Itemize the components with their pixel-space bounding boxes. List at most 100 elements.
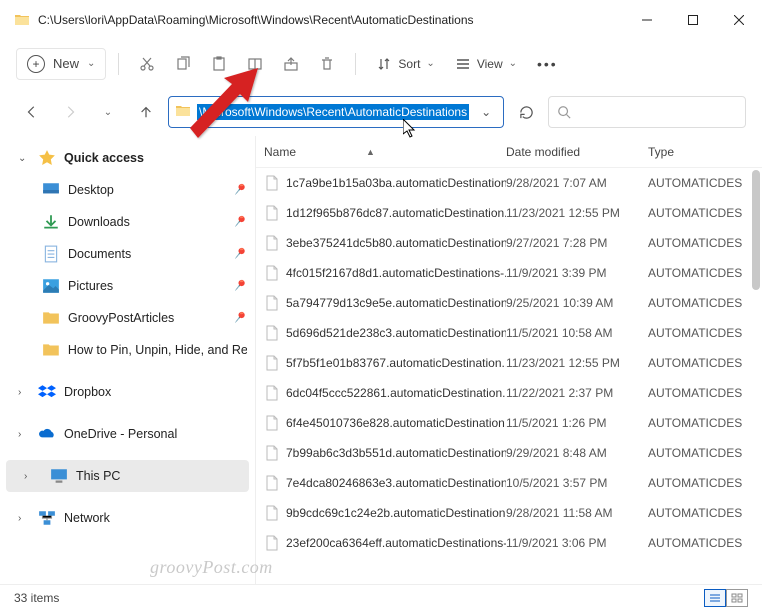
chevron-right-icon: ›	[18, 387, 30, 398]
table-row[interactable]: 6f4e45010736e828.automaticDestination..1…	[256, 408, 762, 438]
watermark: groovyPost.com	[150, 557, 273, 578]
window-title: C:\Users\lori\AppData\Roaming\Microsoft\…	[38, 13, 624, 27]
chevron-right-icon: ›	[24, 471, 36, 482]
table-row[interactable]: 23ef200ca6364eff.automaticDestinations-.…	[256, 528, 762, 558]
scrollbar-thumb[interactable]	[752, 170, 760, 290]
sidebar-item-pictures[interactable]: Pictures 📍	[0, 270, 255, 302]
file-icon	[264, 175, 280, 191]
file-icon	[264, 355, 280, 371]
sort-button[interactable]: Sort ⌄	[368, 48, 442, 80]
file-icon	[264, 325, 280, 341]
address-bar[interactable]: \Microsoft\Windows\Recent\AutomaticDesti…	[168, 96, 504, 128]
sort-label: Sort	[398, 57, 420, 71]
address-path: \Microsoft\Windows\Recent\AutomaticDesti…	[197, 104, 469, 120]
pin-icon: 📍	[229, 276, 249, 296]
copy-button[interactable]	[167, 48, 199, 80]
chevron-right-icon: ›	[18, 429, 30, 440]
close-button[interactable]	[716, 0, 762, 40]
titlebar: C:\Users\lori\AppData\Roaming\Microsoft\…	[0, 0, 762, 40]
icons-view-button[interactable]	[726, 589, 748, 607]
table-row[interactable]: 6dc04f5ccc522861.automaticDestination..1…	[256, 378, 762, 408]
toolbar: + New ⌄ Sort ⌄ View ⌄ •••	[0, 40, 762, 88]
folder-icon	[42, 309, 60, 327]
new-button[interactable]: + New ⌄	[16, 48, 106, 80]
sort-asc-icon: ▲	[366, 147, 375, 157]
chevron-right-icon: ›	[18, 513, 30, 524]
back-button[interactable]	[16, 96, 48, 128]
pin-icon: 📍	[229, 180, 249, 200]
file-icon	[264, 385, 280, 401]
sidebar-item-groovypost[interactable]: GroovyPostArticles 📍	[0, 302, 255, 334]
view-button[interactable]: View ⌄	[447, 48, 525, 80]
sidebar-item-dropbox[interactable]: › Dropbox	[0, 376, 255, 408]
onedrive-icon	[38, 425, 56, 443]
address-dropdown[interactable]: ⌄	[475, 105, 497, 119]
sidebar-item-downloads[interactable]: Downloads 📍	[0, 206, 255, 238]
pc-icon	[50, 467, 68, 485]
separator	[355, 53, 356, 75]
table-row[interactable]: 5a794779d13c9e5e.automaticDestination..9…	[256, 288, 762, 318]
table-row[interactable]: 4fc015f2167d8d1.automaticDestinations-..…	[256, 258, 762, 288]
quick-access-label: Quick access	[64, 151, 144, 165]
cut-button[interactable]	[131, 48, 163, 80]
sidebar-item-thispc[interactable]: › This PC	[6, 460, 249, 492]
sidebar-item-documents[interactable]: Documents 📍	[0, 238, 255, 270]
chevron-down-icon: ⌄	[426, 58, 434, 69]
recent-dropdown[interactable]: ⌄	[92, 96, 124, 128]
main-pane: Name▲ Date modified Type 1c7a9be1b15a03b…	[256, 136, 762, 584]
maximize-button[interactable]	[670, 0, 716, 40]
documents-icon	[42, 245, 60, 263]
sidebar-item-network[interactable]: › Network	[0, 502, 255, 534]
column-name[interactable]: Name▲	[256, 145, 506, 159]
table-row[interactable]: 7e4dca80246863e3.automaticDestination..1…	[256, 468, 762, 498]
table-row[interactable]: 1c7a9be1b15a03ba.automaticDestination..9…	[256, 168, 762, 198]
chevron-down-icon: ⌄	[104, 107, 112, 118]
new-label: New	[53, 56, 79, 71]
chevron-down-icon: ⌄	[18, 153, 30, 164]
file-icon	[264, 445, 280, 461]
more-button[interactable]: •••	[529, 48, 566, 80]
status-item-count: 33 items	[14, 591, 59, 605]
status-bar: 33 items	[0, 584, 762, 610]
sidebar-item-desktop[interactable]: Desktop 📍	[0, 174, 255, 206]
view-label: View	[477, 57, 503, 71]
column-headers: Name▲ Date modified Type	[256, 136, 762, 168]
search-box[interactable]	[548, 96, 746, 128]
pin-icon: 📍	[229, 308, 249, 328]
desktop-icon	[42, 181, 60, 199]
column-date[interactable]: Date modified	[506, 145, 648, 159]
search-icon	[557, 105, 571, 119]
scrollbar[interactable]	[752, 170, 760, 582]
sidebar-item-onedrive[interactable]: › OneDrive - Personal	[0, 418, 255, 450]
minimize-button[interactable]	[624, 0, 670, 40]
sidebar-item-quick-access[interactable]: ⌄ Quick access	[0, 142, 255, 174]
table-row[interactable]: 5f7b5f1e01b83767.automaticDestination..1…	[256, 348, 762, 378]
table-row[interactable]: 5d696d521de238c3.automaticDestination..1…	[256, 318, 762, 348]
dropbox-icon	[38, 383, 56, 401]
table-row[interactable]: 9b9cdc69c1c24e2b.automaticDestination..9…	[256, 498, 762, 528]
folder-icon	[175, 103, 191, 122]
file-list: 1c7a9be1b15a03ba.automaticDestination..9…	[256, 168, 762, 584]
chevron-down-icon: ⌄	[87, 58, 95, 69]
refresh-button[interactable]	[510, 96, 542, 128]
table-row[interactable]: 1d12f965b876dc87.automaticDestination..1…	[256, 198, 762, 228]
paste-button[interactable]	[203, 48, 235, 80]
file-icon	[264, 475, 280, 491]
sidebar-item-howto[interactable]: How to Pin, Unpin, Hide, and Re	[0, 334, 255, 366]
pin-icon: 📍	[229, 244, 249, 264]
column-type[interactable]: Type	[648, 145, 762, 159]
pin-icon: 📍	[229, 212, 249, 232]
file-icon	[264, 205, 280, 221]
chevron-down-icon: ⌄	[509, 58, 517, 69]
file-icon	[264, 235, 280, 251]
share-button[interactable]	[275, 48, 307, 80]
plus-icon: +	[27, 55, 45, 73]
sidebar: ⌄ Quick access Desktop 📍 Downloads 📍 Doc…	[0, 136, 256, 584]
table-row[interactable]: 7b99ab6c3d3b551d.automaticDestination..9…	[256, 438, 762, 468]
details-view-button[interactable]	[704, 589, 726, 607]
up-button[interactable]	[130, 96, 162, 128]
delete-button[interactable]	[311, 48, 343, 80]
forward-button[interactable]	[54, 96, 86, 128]
table-row[interactable]: 3ebe375241dc5b80.automaticDestination..9…	[256, 228, 762, 258]
rename-button[interactable]	[239, 48, 271, 80]
